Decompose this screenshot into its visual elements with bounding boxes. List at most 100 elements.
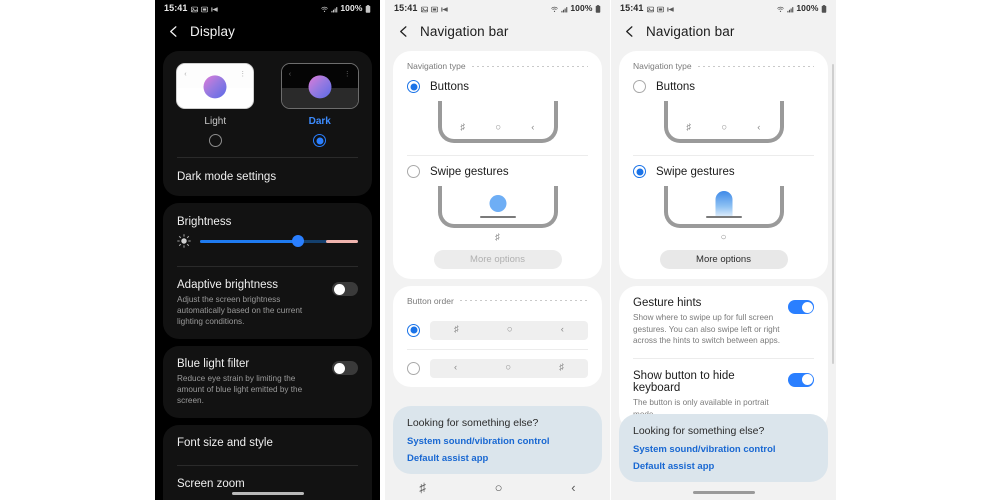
theme-option-dark[interactable]: ‹ ⋮ Dark: [268, 63, 373, 147]
system-navigation-bar: ♯ ○ ‹: [385, 474, 610, 500]
option-buttons[interactable]: Buttons: [393, 77, 602, 95]
thumb-menu-icon: ⋮: [239, 71, 247, 78]
gesture-hints-description: Show where to swipe up for full screen g…: [633, 313, 780, 346]
signal-icon: [561, 5, 568, 12]
signal-icon: [331, 5, 338, 12]
dotted-rule: [471, 65, 588, 67]
brightness-slider[interactable]: [200, 234, 358, 248]
screenshot-icon: [656, 5, 664, 12]
navigation-type-label: Navigation type: [633, 61, 692, 71]
gesture-handle[interactable]: [611, 491, 836, 494]
phone-panel-navigation-gestures: 15:41 100% Navigation bar Navigation typ…: [611, 0, 836, 500]
option-buttons[interactable]: Buttons: [619, 77, 828, 95]
button-order-radio-2[interactable]: [407, 361, 420, 375]
hide-keyboard-button-toggle[interactable]: [788, 372, 814, 387]
option-swipe-gestures[interactable]: Swipe gestures: [619, 156, 828, 180]
light-theme-thumbnail[interactable]: ‹ ⋮: [176, 63, 255, 109]
light-mode-radio[interactable]: [208, 134, 222, 147]
recents-icon: ♯: [454, 324, 459, 336]
chevron-left-icon[interactable]: [167, 25, 180, 38]
adaptive-brightness-toggle[interactable]: [332, 282, 358, 296]
more-options-button[interactable]: More options: [659, 250, 788, 269]
phone-bottom-outline: [437, 186, 558, 228]
back-icon[interactable]: ‹: [571, 481, 575, 494]
home-icon: ○: [495, 122, 502, 134]
display-list-card: Font size and style Screen zoom Full scr…: [163, 425, 372, 500]
adaptive-brightness-row[interactable]: Adaptive brightness Adjust the screen br…: [163, 267, 372, 339]
phone-bottom-outline: ♯ ○ ‹: [663, 101, 784, 143]
dark-theme-thumbnail[interactable]: ‹ ⋮: [280, 63, 359, 109]
footer-link-default-assist[interactable]: Default assist app: [633, 461, 814, 472]
battery-icon: [365, 4, 372, 13]
gesture-handle[interactable]: [155, 492, 380, 495]
wifi-icon: [551, 5, 559, 12]
blue-light-filter-toggle[interactable]: [332, 361, 358, 376]
toggle-knob: [801, 374, 813, 386]
chevron-left-icon[interactable]: [397, 25, 410, 38]
more-options-button[interactable]: More options: [433, 249, 562, 269]
blue-light-filter-description: Reduce eye strain by limiting the amount…: [177, 374, 303, 406]
blue-light-filter-row[interactable]: Blue light filter Reduce eye strain by l…: [163, 346, 372, 418]
navigation-type-header: Navigation type: [619, 51, 828, 77]
blue-light-filter-text: Blue light filter Reduce eye strain by l…: [177, 358, 324, 406]
scrollbar[interactable]: [832, 64, 834, 364]
footer-link-system-sound[interactable]: System sound/vibration control: [407, 436, 588, 447]
button-order-preview-1: ♯ ○ ‹: [430, 320, 588, 340]
theme-option-light[interactable]: ‹ ⋮ Light: [163, 63, 268, 147]
buttons-radio[interactable]: [407, 80, 420, 93]
battery-percent: 100%: [570, 3, 593, 13]
gesture-hints-toggle[interactable]: [788, 300, 814, 314]
music-icon: [440, 5, 448, 12]
slider-fill: [200, 240, 298, 243]
chevron-left-icon[interactable]: [623, 25, 636, 38]
wifi-icon: [321, 5, 329, 12]
slider-knob[interactable]: [291, 235, 304, 247]
status-bar-left: 15:41: [394, 3, 448, 13]
thumb-back-icon: ‹: [288, 71, 292, 78]
phone-panel-navigation-buttons: 15:41 100% Navigation bar Navigation typ…: [385, 0, 610, 500]
page-title: Navigation bar: [420, 24, 509, 39]
swipe-gestures-preview: ♯: [393, 186, 602, 243]
recents-icon[interactable]: ♯: [419, 481, 426, 494]
music-icon: [666, 5, 674, 12]
swipe-gestures-label: Swipe gestures: [656, 165, 735, 178]
battery-icon: [595, 4, 602, 13]
button-order-option-2[interactable]: ‹ ○ ♯: [393, 350, 602, 387]
dotted-rule: [459, 300, 588, 301]
battery-percent: 100%: [796, 3, 819, 13]
dotted-rule: [697, 65, 814, 67]
gesture-hints-text: Gesture hints Show where to swipe up for…: [633, 297, 780, 347]
title-bar-navigation: Navigation bar: [385, 16, 610, 51]
dark-mode-radio[interactable]: [313, 134, 327, 147]
home-icon[interactable]: ○: [495, 481, 503, 494]
button-order-radio-1[interactable]: [407, 323, 420, 337]
recents-icon: ♯: [686, 122, 692, 134]
gesture-hints-row[interactable]: Gesture hints Show where to swipe up for…: [619, 286, 828, 358]
gesture-hints-title: Gesture hints: [633, 297, 702, 309]
swipe-gestures-preview: ○: [619, 186, 828, 243]
buttons-radio[interactable]: [633, 80, 646, 93]
footer-title: Looking for something else?: [633, 425, 765, 437]
navigation-type-card: Navigation type Buttons ♯ ○ ‹ Swipe gest…: [393, 51, 602, 279]
navigation-type-label: Navigation type: [407, 61, 466, 71]
buttons-label: Buttons: [430, 80, 469, 93]
button-order-preview-2: ‹ ○ ♯: [430, 358, 588, 378]
swipe-gestures-radio[interactable]: [633, 165, 646, 178]
battery-icon: [821, 4, 828, 13]
status-bar-left: 15:41: [164, 3, 218, 13]
handle-bar: [692, 491, 755, 494]
option-swipe-gestures[interactable]: Swipe gestures: [393, 156, 602, 180]
blue-light-filter-title: Blue light filter: [177, 358, 250, 371]
buttons-preview: ♯ ○ ‹: [393, 101, 602, 143]
title-bar-navigation: Navigation bar: [611, 16, 836, 51]
preview-nav-icons: ♯ ○ ‹: [446, 120, 550, 136]
footer-link-default-assist[interactable]: Default assist app: [407, 453, 588, 464]
font-size-and-style-row[interactable]: Font size and style: [163, 425, 372, 461]
footer-link-system-sound[interactable]: System sound/vibration control: [633, 444, 814, 455]
dark-mode-settings-row[interactable]: Dark mode settings: [163, 158, 372, 196]
blue-light-filter-card: Blue light filter Reduce eye strain by l…: [163, 346, 372, 419]
swipe-gestures-radio[interactable]: [407, 165, 420, 178]
button-order-option-1[interactable]: ♯ ○ ‹: [393, 312, 602, 349]
preview-nav-icons: ♯ ○ ‹: [672, 120, 776, 136]
thumb-back-icon: ‹: [184, 71, 187, 78]
